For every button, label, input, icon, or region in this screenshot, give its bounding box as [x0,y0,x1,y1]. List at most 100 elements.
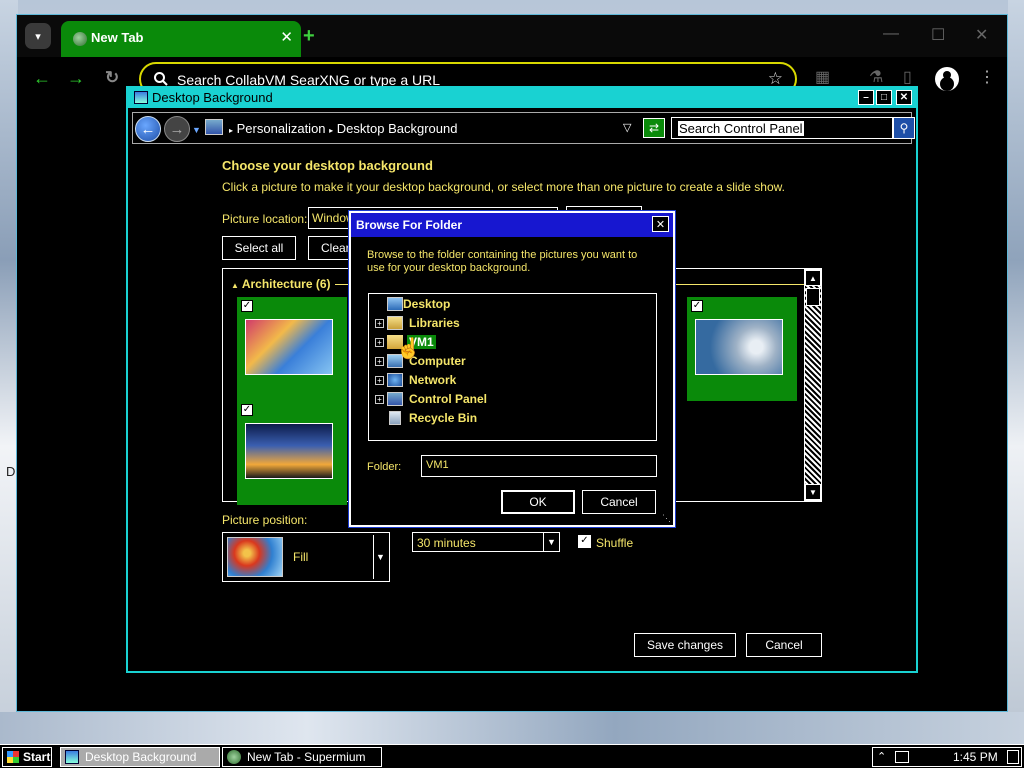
picture-position-label: Picture position: [222,513,308,527]
chevron-up-icon[interactable]: ⌃ [877,750,886,763]
taskbar-item-browser[interactable]: New Tab - Supermium [222,747,382,767]
close-icon[interactable]: ✕ [652,216,669,232]
maximize-button[interactable]: □ [876,90,892,105]
expand-icon[interactable]: + [375,395,384,404]
refresh-icon[interactable]: ⇄ [643,118,665,138]
hand-cursor-icon: ☝ [396,338,421,360]
tree-item-label: Network [409,373,457,387]
back-arrow-icon[interactable]: ← [135,116,161,142]
control-panel-window-icon [134,91,148,104]
minimize-icon[interactable]: — [883,25,899,43]
expand-icon[interactable]: + [375,338,384,347]
wallpaper-thumbnail [695,319,783,375]
select-all-button[interactable]: Select all [222,236,296,260]
tab-strip: ▾ New Tab ✕ + — ☐ ✕ [17,15,1007,57]
scroll-thumb[interactable] [806,288,820,306]
recent-pages-dropdown-icon[interactable]: ▼ [192,125,201,135]
group-header[interactable]: ▲ Architecture (6) [231,277,331,291]
tree-item-label: Libraries [409,316,460,330]
wallpaper-thumbnail [245,423,333,479]
breadcrumb-item[interactable]: Personalization [237,121,326,136]
tree-item-label: Desktop [403,297,451,311]
libraries-icon [387,316,403,330]
picture-location-label: Picture location: [222,212,308,226]
menu-kebab-icon[interactable]: ⋮ [979,67,995,87]
breadcrumb[interactable]: ▸ Personalization ▸ Desktop Background [229,121,457,136]
wallpaper-tile[interactable]: ✓ [237,297,347,401]
window-title: Desktop Background [152,90,273,105]
picture-position-select[interactable]: Fill ▼ [222,532,390,582]
desktop-icon-label[interactable]: D [6,464,15,479]
search-icon[interactable]: ⚲ [893,117,915,139]
close-window-icon[interactable]: ✕ [975,25,988,45]
taskbar-item-desktop-background[interactable]: Desktop Background [60,747,220,767]
cancel-button[interactable]: Cancel [582,490,656,514]
tree-item-network[interactable]: + Network [375,372,535,390]
browser-icon [227,750,241,764]
task-label: New Tab - Supermium [247,750,366,764]
address-dropdown-icon[interactable]: ▽ [623,121,631,134]
wallpaper-tile[interactable]: ✓ [687,297,797,401]
interval-value: 30 minutes [417,536,476,550]
task-label: Desktop Background [85,750,197,764]
tree-item-libraries[interactable]: + Libraries [375,315,535,333]
save-changes-button[interactable]: Save changes [634,633,736,657]
checkbox[interactable]: ✓ [241,300,253,312]
chevron-down-icon[interactable]: ▼ [543,533,559,551]
dialog-titlebar[interactable]: Browse For Folder ✕ [351,213,673,237]
folder-label: Folder: [367,461,402,473]
new-tab-button[interactable]: + [303,25,315,48]
recycle-bin-icon [389,411,401,425]
expand-icon[interactable]: + [375,357,384,366]
control-panel-icon [65,750,79,764]
folder-tree[interactable]: Desktop + Libraries + VM1 + Computer + N… [368,293,657,441]
reload-icon[interactable]: ↻ [105,68,119,88]
gallery-scrollbar[interactable]: ▲ ▼ [804,269,822,501]
start-label: Start [23,750,51,764]
tree-item-desktop[interactable]: Desktop [375,296,535,314]
labs-flask-icon[interactable]: ⚗ [869,67,883,87]
clock[interactable]: 1:45 PM [953,750,998,764]
extensions-icon[interactable]: ▦ [815,67,830,87]
chevron-down-icon[interactable]: ▼ [373,535,387,579]
tab-new-tab[interactable]: New Tab ✕ [61,21,301,57]
tab-search-button[interactable]: ▾ [25,23,51,49]
taskbar: Start Desktop Background New Tab - Super… [0,744,1024,768]
network-icon [387,373,403,387]
window-titlebar[interactable]: Desktop Background – □ ✕ [128,88,916,108]
side-panel-icon[interactable]: ▯ [903,67,912,87]
flower-preview-image [227,537,283,577]
profile-avatar[interactable] [935,67,959,91]
close-button[interactable]: ✕ [896,90,912,105]
resize-grip-icon[interactable]: ⋱ [662,513,671,524]
page-heading: Choose your desktop background [222,158,433,173]
checkbox[interactable]: ✓ [691,300,703,312]
shuffle-checkbox[interactable]: ✓ [578,535,591,548]
folder-field[interactable]: VM1 [421,455,657,477]
show-desktop-button[interactable] [1007,750,1019,764]
group-header-label: Architecture (6) [241,277,331,291]
tree-item-recycle-bin[interactable]: Recycle Bin [375,410,535,428]
search-control-panel-input[interactable]: Search Control Panel [671,117,893,139]
control-panel-icon [205,119,223,135]
scroll-up-arrow-icon[interactable]: ▲ [805,270,821,286]
system-tray: ⌃ 1:45 PM [872,747,1022,767]
forward-arrow-icon[interactable]: → [164,116,190,142]
tree-item-control-panel[interactable]: + Control Panel [375,391,535,409]
back-arrow-icon[interactable]: ← [33,68,51,89]
maximize-icon[interactable]: ☐ [931,25,945,45]
expand-icon[interactable]: + [375,376,384,385]
ok-button[interactable]: OK [501,490,575,514]
close-icon[interactable]: ✕ [280,28,293,46]
checkbox[interactable]: ✓ [241,404,253,416]
forward-arrow-icon[interactable]: → [67,68,85,89]
network-status-icon[interactable] [895,751,909,763]
scroll-down-arrow-icon[interactable]: ▼ [805,484,821,500]
change-interval-select[interactable]: 30 minutes ▼ [412,532,560,552]
start-button[interactable]: Start [2,747,52,767]
cancel-button[interactable]: Cancel [746,633,822,657]
wallpaper-tile[interactable]: ✓ [237,401,347,505]
breadcrumb-item[interactable]: Desktop Background [337,121,458,136]
expand-icon[interactable]: + [375,319,384,328]
minimize-button[interactable]: – [858,90,874,105]
